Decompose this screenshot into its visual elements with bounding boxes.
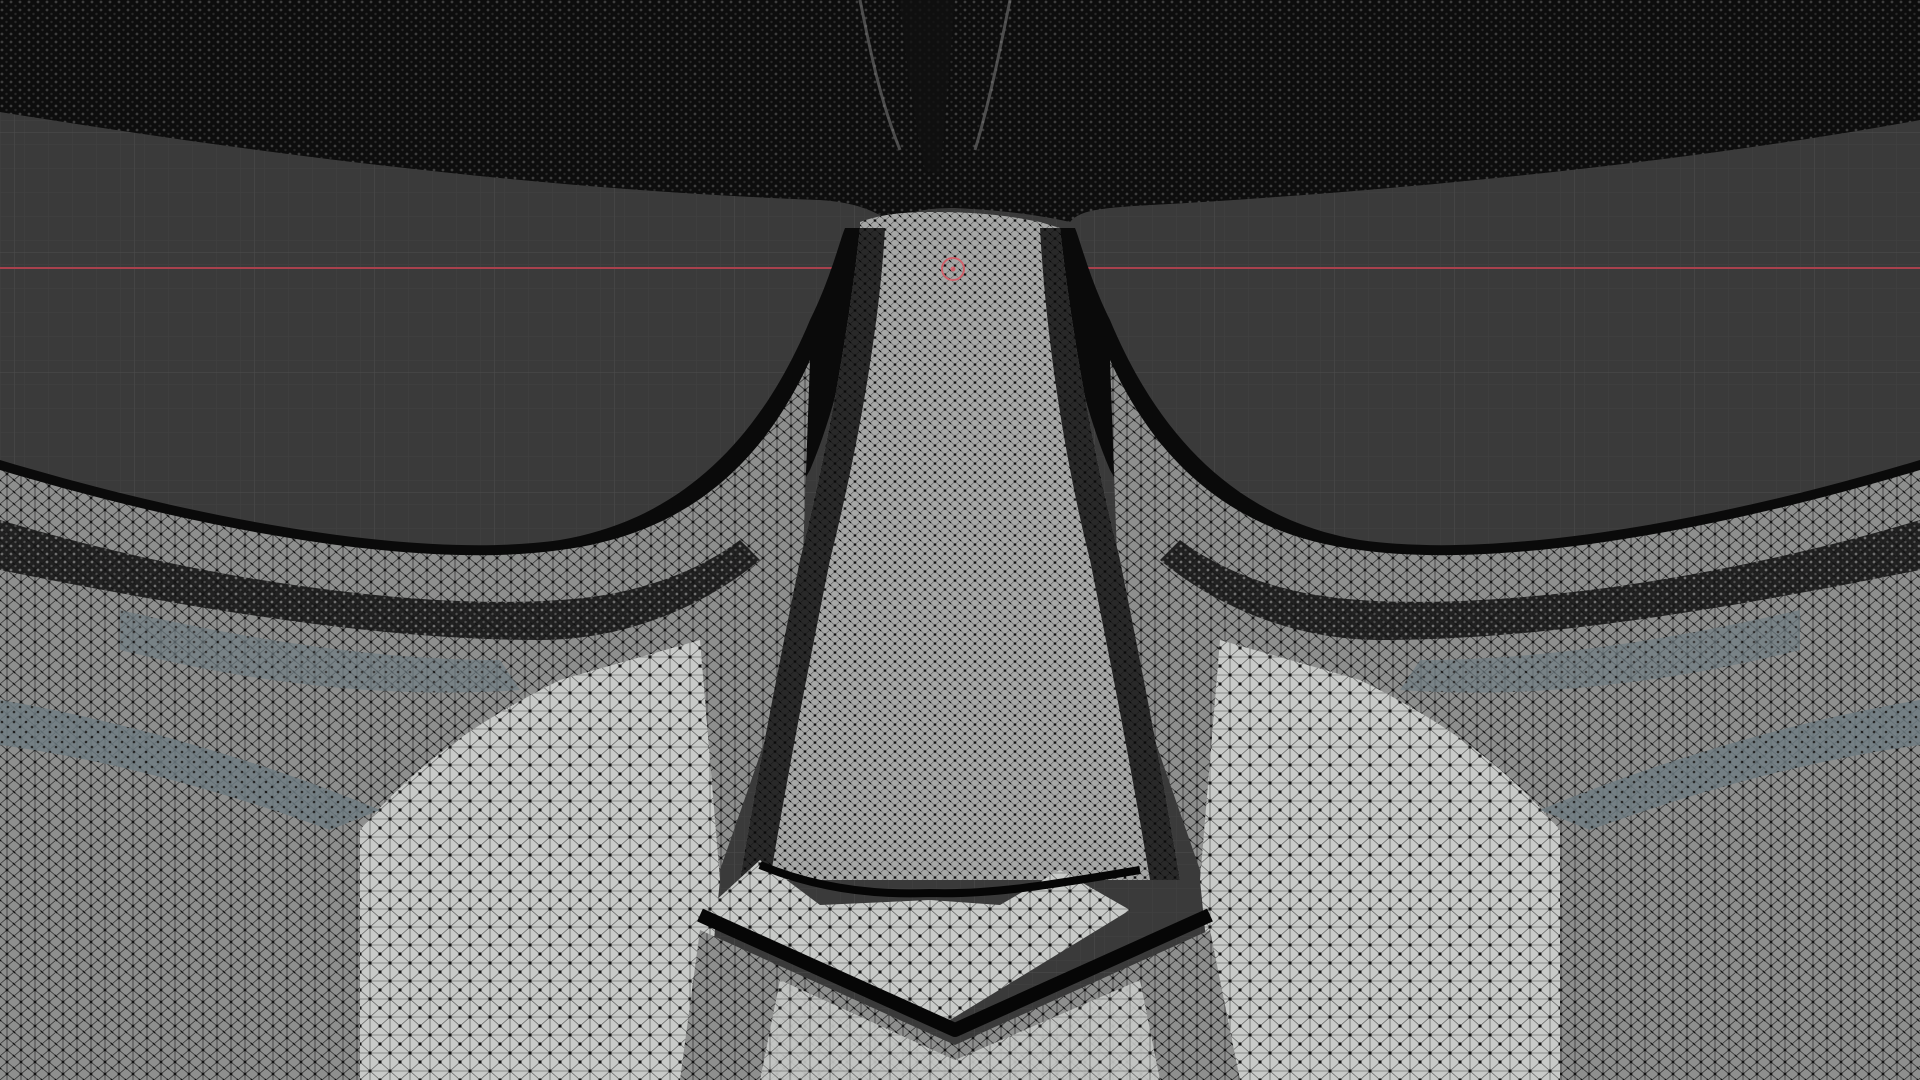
viewport-canvas[interactable] — [0, 0, 1920, 1080]
3d-viewport[interactable] — [0, 0, 1920, 1080]
